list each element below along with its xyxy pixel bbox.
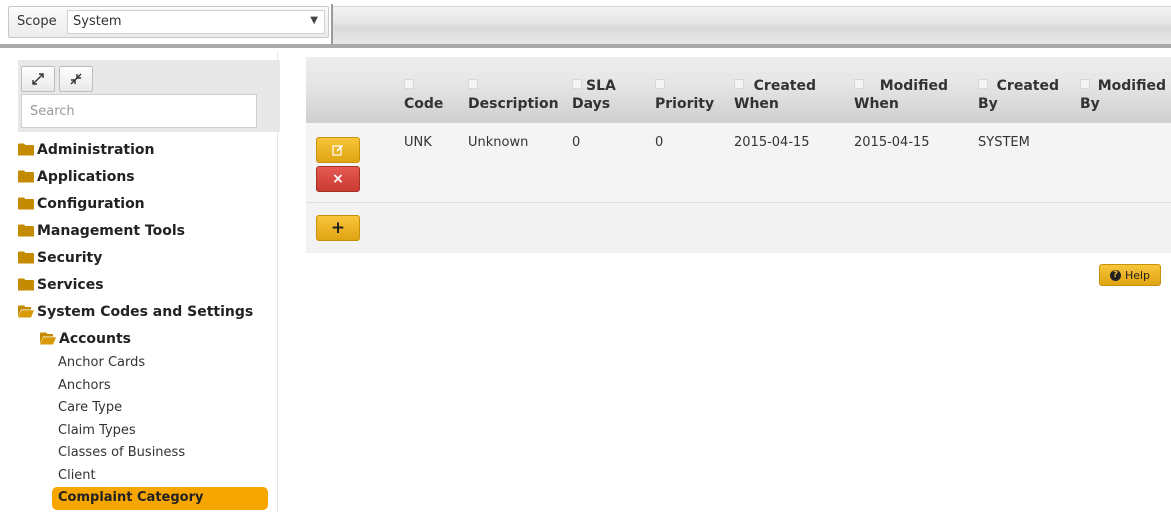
grid-body: × UNK Unknown 0 0 2015-04-15 2015-04-15 … <box>306 123 1171 253</box>
help-label: Help <box>1124 268 1151 282</box>
expand-icon <box>32 73 44 85</box>
column-header-label: When <box>734 96 779 112</box>
table-row: × UNK Unknown 0 0 2015-04-15 2015-04-15 … <box>306 123 1171 203</box>
tree-item-claim-types[interactable]: Claim Types <box>18 420 280 443</box>
tree-folder-accounts[interactable]: Accounts <box>18 325 280 352</box>
collapse-icon <box>70 73 82 85</box>
folder-icon <box>18 170 34 183</box>
column-header-label: Code <box>404 96 444 112</box>
data-grid: Code Description SLA Days Priority Creat… <box>306 57 1171 253</box>
column-checkbox[interactable] <box>572 79 582 89</box>
folder-icon <box>18 278 34 291</box>
navigation-tree: Administration Applications Configuratio… <box>18 136 280 510</box>
search-field[interactable] <box>21 94 257 128</box>
column-header-modified-by[interactable]: Modified By <box>1080 77 1166 113</box>
cell-code: UNK <box>404 135 432 150</box>
edit-button[interactable] <box>316 137 360 163</box>
column-header-modified-when[interactable]: Modified When <box>854 77 948 113</box>
column-checkbox[interactable] <box>978 79 988 89</box>
tree-folder-label: Accounts <box>59 330 132 347</box>
scope-label: Scope <box>17 14 57 29</box>
tree-folder-system-codes-and-settings[interactable]: System Codes and Settings <box>18 298 280 325</box>
column-checkbox[interactable] <box>854 79 864 89</box>
tree-item-anchors[interactable]: Anchors <box>18 375 280 398</box>
folder-open-icon <box>18 305 34 318</box>
tree-folder-security[interactable]: Security <box>18 244 280 271</box>
tree-folder-label: Configuration <box>37 195 145 212</box>
cell-created-by: SYSTEM <box>978 135 1030 150</box>
close-icon: × <box>332 171 344 187</box>
toolbar-strip <box>333 6 1171 44</box>
tree-folder-label: Applications <box>37 168 135 185</box>
column-checkbox[interactable] <box>655 79 665 89</box>
column-header-label: Days <box>572 96 611 112</box>
column-checkbox[interactable] <box>734 79 744 89</box>
column-checkbox[interactable] <box>404 79 414 89</box>
plus-icon: + <box>330 218 346 238</box>
tree-folder-applications[interactable]: Applications <box>18 163 280 190</box>
tree-folder-management-tools[interactable]: Management Tools <box>18 217 280 244</box>
column-header-label: Modified <box>879 78 948 94</box>
folder-icon <box>18 143 34 156</box>
column-header-sla-days[interactable]: SLA Days <box>572 77 616 113</box>
column-header-label: By <box>1080 96 1100 112</box>
column-header-label: By <box>978 96 998 112</box>
scope-value: System <box>73 14 122 29</box>
folder-icon <box>18 197 34 210</box>
tree-folder-label: Services <box>37 276 104 293</box>
expand-all-button[interactable] <box>21 66 55 92</box>
cell-description: Unknown <box>468 135 529 150</box>
column-header-created-when[interactable]: Created When <box>734 77 816 113</box>
cell-sla-days: 0 <box>572 135 581 150</box>
scope-bar: Scope System ▼ <box>0 0 1171 48</box>
column-header-label: Created <box>753 78 816 94</box>
tree-folder-label: Management Tools <box>37 222 185 239</box>
tree-folder-label: System Codes and Settings <box>37 303 254 320</box>
tree-folder-label: Security <box>37 249 103 266</box>
question-icon: ? <box>1109 269 1121 281</box>
column-header-label: SLA <box>586 78 616 94</box>
folder-icon <box>18 251 34 264</box>
column-header-created-by[interactable]: Created By <box>978 77 1059 113</box>
tree-item-complaint-category[interactable]: Complaint Category <box>52 487 268 510</box>
chevron-down-icon: ▼ <box>310 15 318 26</box>
column-header-label: Description <box>468 96 559 112</box>
column-header-description[interactable]: Description <box>468 77 559 113</box>
folder-open-icon <box>40 332 56 345</box>
edit-icon <box>332 144 344 156</box>
column-header-label: Modified <box>1097 78 1166 94</box>
column-checkbox[interactable] <box>468 79 478 89</box>
tree-folder-configuration[interactable]: Configuration <box>18 190 280 217</box>
collapse-all-button[interactable] <box>59 66 93 92</box>
cell-modified-when: 2015-04-15 <box>854 135 930 150</box>
cell-priority: 0 <box>655 135 664 150</box>
tree-item-classes-of-business[interactable]: Classes of Business <box>18 442 280 465</box>
scope-selector: Scope System ▼ <box>8 6 329 38</box>
divider <box>0 44 1171 48</box>
tree-folder-services[interactable]: Services <box>18 271 280 298</box>
help-button[interactable]: ? Help <box>1099 264 1161 286</box>
cell-created-when: 2015-04-15 <box>734 135 810 150</box>
tree-folder-administration[interactable]: Administration <box>18 136 280 163</box>
search-input[interactable] <box>22 95 256 127</box>
column-header-label: When <box>854 96 899 112</box>
tree-item-care-type[interactable]: Care Type <box>18 397 280 420</box>
delete-button[interactable]: × <box>316 166 360 192</box>
sidebar: Administration Applications Configuratio… <box>8 52 280 512</box>
scope-dropdown[interactable]: System ▼ <box>67 10 325 34</box>
add-button[interactable]: + <box>316 215 360 241</box>
folder-icon <box>18 224 34 237</box>
tree-folder-label: Administration <box>37 141 155 158</box>
tree-item-anchor-cards[interactable]: Anchor Cards <box>18 352 280 375</box>
column-header-label: Priority <box>655 96 715 112</box>
grid-header: Code Description SLA Days Priority Creat… <box>306 57 1171 123</box>
column-header-priority[interactable]: Priority <box>655 77 714 113</box>
column-header-code[interactable]: Code <box>404 77 443 113</box>
tree-item-client[interactable]: Client <box>18 465 280 488</box>
sidebar-toolbar <box>18 60 280 132</box>
column-header-label: Created <box>996 78 1059 94</box>
column-checkbox[interactable] <box>1080 79 1090 89</box>
